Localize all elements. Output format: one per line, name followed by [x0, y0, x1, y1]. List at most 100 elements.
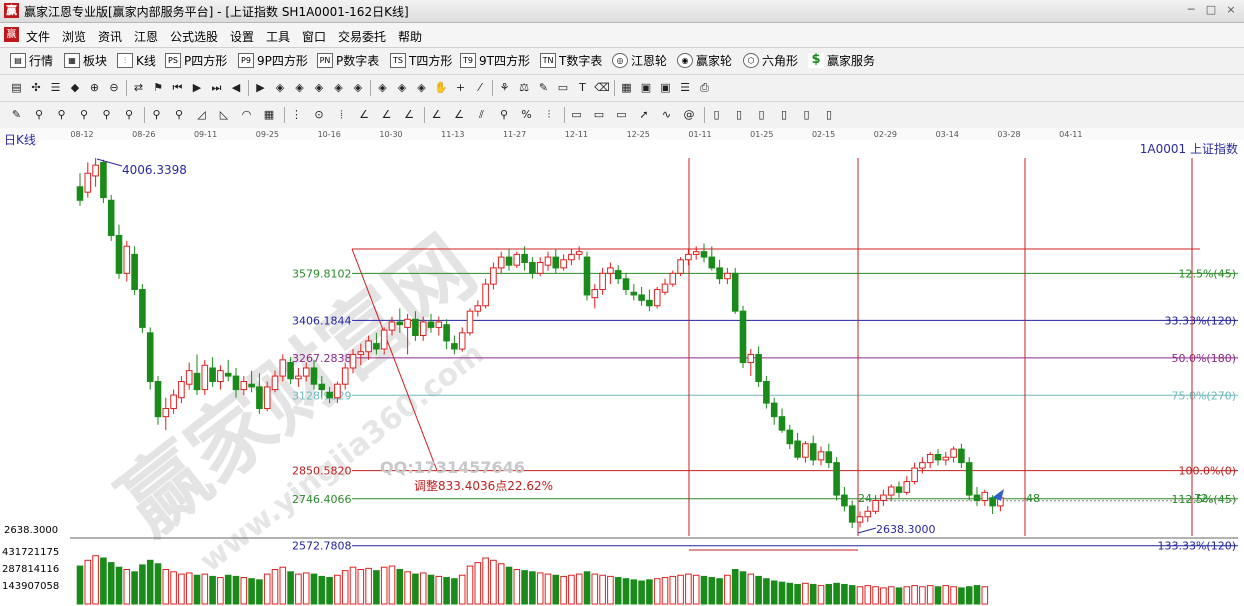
kline-chart[interactable]: 08-12 08-26 09-11 09-25 10-16 10-30 11-13 11-27…	[0, 128, 1244, 606]
rect5-icon[interactable]: ▯	[798, 106, 815, 123]
fork8-icon[interactable]: ⚲	[496, 106, 513, 123]
maximize-button[interactable]: □	[1204, 4, 1218, 16]
prev-icon[interactable]: ◀	[228, 79, 245, 96]
flag-icon[interactable]: ⚑	[150, 79, 167, 96]
erase-icon[interactable]: ⌫	[594, 79, 611, 96]
next-icon[interactable]: ▶	[252, 79, 269, 96]
menu-settings[interactable]: 设置	[230, 28, 254, 45]
angle2-icon[interactable]: ∠	[378, 106, 395, 123]
menu-window[interactable]: 窗口	[302, 28, 326, 45]
toolbar-winner-service[interactable]: $ 赢家服务	[808, 52, 875, 70]
swap-icon[interactable]: ⇄	[130, 79, 147, 96]
angle5-icon[interactable]: ∠	[451, 106, 468, 123]
box-tool-icon[interactable]: ▭	[555, 79, 572, 96]
fork5-icon[interactable]: ⚲	[121, 106, 138, 123]
stock-icon[interactable]: ◆	[67, 79, 84, 96]
window-icon[interactable]: ▣	[638, 79, 655, 96]
fib-icon[interactable]: ⋮	[288, 106, 305, 123]
time-zone-icon[interactable]: ⦙	[333, 106, 350, 123]
toolbar-kline[interactable]: ⫶ K线	[117, 52, 156, 70]
gann-grid-icon[interactable]: ▦	[261, 106, 278, 123]
fan2-icon[interactable]: ◺	[216, 106, 233, 123]
menu-trade[interactable]: 交易委托	[338, 28, 386, 45]
fork6-icon[interactable]: ⚲	[148, 106, 165, 123]
text-tool-icon[interactable]: T	[574, 79, 591, 96]
fork2-icon[interactable]: ⚲	[53, 106, 70, 123]
diamond5-icon[interactable]: ◈	[350, 79, 367, 96]
toolbar-hexagon[interactable]: ⬡ 六角形	[743, 52, 798, 70]
toolbar-sectors[interactable]: ▦ 板块	[64, 52, 107, 70]
diamond6-icon[interactable]: ◈	[374, 79, 391, 96]
rect4-icon[interactable]: ▯	[776, 106, 793, 123]
rect2-icon[interactable]: ▯	[731, 106, 748, 123]
toolbar-9t-square[interactable]: T9 9T四方形	[460, 52, 530, 70]
print-icon[interactable]: ⎙	[696, 79, 713, 96]
diamond2-icon[interactable]: ◈	[291, 79, 308, 96]
period-dropdown-icon[interactable]: ▤	[8, 79, 25, 96]
diamond8-icon[interactable]: ◈	[413, 79, 430, 96]
line-tool-icon[interactable]: ⁄	[472, 79, 489, 96]
toolbar-gann-wheel[interactable]: ◎ 江恩轮	[612, 52, 667, 70]
diamond7-icon[interactable]: ◈	[394, 79, 411, 96]
box2-icon[interactable]: ▭	[591, 106, 608, 123]
diamond1-icon[interactable]: ◈	[272, 79, 289, 96]
angle1-icon[interactable]: ∠	[356, 106, 373, 123]
fork7-icon[interactable]: ⚲	[171, 106, 188, 123]
toolbar-winner-wheel[interactable]: ◉ 赢家轮	[677, 52, 732, 70]
document-icon[interactable]: ☰	[47, 79, 64, 96]
fork3-icon[interactable]: ⚲	[76, 106, 93, 123]
rect6-icon[interactable]: ▯	[821, 106, 838, 123]
menu-formula[interactable]: 公式选股	[170, 28, 218, 45]
fan1-icon[interactable]: ◿	[193, 106, 210, 123]
percent-icon[interactable]: %	[518, 106, 535, 123]
menu-logo-icon[interactable]: 赢	[4, 27, 19, 42]
fork4-icon[interactable]: ⚲	[98, 106, 115, 123]
play-icon[interactable]: ▶	[189, 79, 206, 96]
tree-icon[interactable]: ⚘	[496, 79, 513, 96]
angle4-icon[interactable]: ∠	[428, 106, 445, 123]
minimize-button[interactable]: ─	[1184, 4, 1198, 16]
cross-icon[interactable]: +	[452, 79, 469, 96]
list-icon[interactable]: ☰	[677, 79, 694, 96]
arc-icon[interactable]: ◠	[238, 106, 255, 123]
rect3-icon[interactable]: ▯	[753, 106, 770, 123]
save-icon[interactable]: ▣	[657, 79, 674, 96]
wave-icon[interactable]: ∿	[658, 106, 675, 123]
hand-icon[interactable]: ✋	[433, 79, 450, 96]
arrow-icon[interactable]: ➚	[636, 106, 653, 123]
fork1-icon[interactable]: ⚲	[31, 106, 48, 123]
pencil-icon[interactable]: ✎	[8, 106, 25, 123]
first-icon[interactable]: ⏮	[169, 79, 186, 96]
label-tool-icon[interactable]: ✎	[535, 79, 552, 96]
toolbar-p-square[interactable]: PS P四方形	[165, 52, 227, 70]
last-icon[interactable]: ⏭	[208, 79, 225, 96]
menu-file[interactable]: 文件	[26, 28, 50, 45]
menu-gann[interactable]: 江恩	[134, 28, 158, 45]
band-icon[interactable]: ⫶	[541, 106, 558, 123]
chart-type-icon[interactable]: ✣	[28, 79, 45, 96]
box1-icon[interactable]: ▭	[568, 106, 585, 123]
spiral-icon[interactable]: @	[681, 106, 698, 123]
menu-browse[interactable]: 浏览	[62, 28, 86, 45]
channel-icon[interactable]: ⫽	[473, 106, 490, 123]
calendar-icon[interactable]: ▦	[618, 79, 635, 96]
angle3-icon[interactable]: ∠	[401, 106, 418, 123]
menu-help[interactable]: 帮助	[398, 28, 422, 45]
box3-icon[interactable]: ▭	[613, 106, 630, 123]
diamond4-icon[interactable]: ◈	[330, 79, 347, 96]
candle-body	[622, 278, 630, 291]
zoom-in-icon[interactable]: ⊕	[86, 79, 103, 96]
toolbar-t-square[interactable]: TS T四方形	[390, 52, 452, 70]
toolbar-p-number-table[interactable]: PN P数字表	[317, 52, 379, 70]
toolbar-9p-square[interactable]: P9 9P四方形	[238, 52, 308, 70]
zoom-out-icon[interactable]: ⊖	[106, 79, 123, 96]
close-button[interactable]: ×	[1224, 4, 1238, 16]
cycle-icon[interactable]: ⊙	[311, 106, 328, 123]
diamond3-icon[interactable]: ◈	[311, 79, 328, 96]
menu-info[interactable]: 资讯	[98, 28, 122, 45]
rect1-icon[interactable]: ▯	[708, 106, 725, 123]
menu-tools[interactable]: 工具	[266, 28, 290, 45]
scale-icon[interactable]: ⚖	[516, 79, 533, 96]
toolbar-quotes[interactable]: ▤ 行情	[10, 52, 53, 70]
toolbar-t-number-table[interactable]: TN T数字表	[540, 52, 602, 70]
